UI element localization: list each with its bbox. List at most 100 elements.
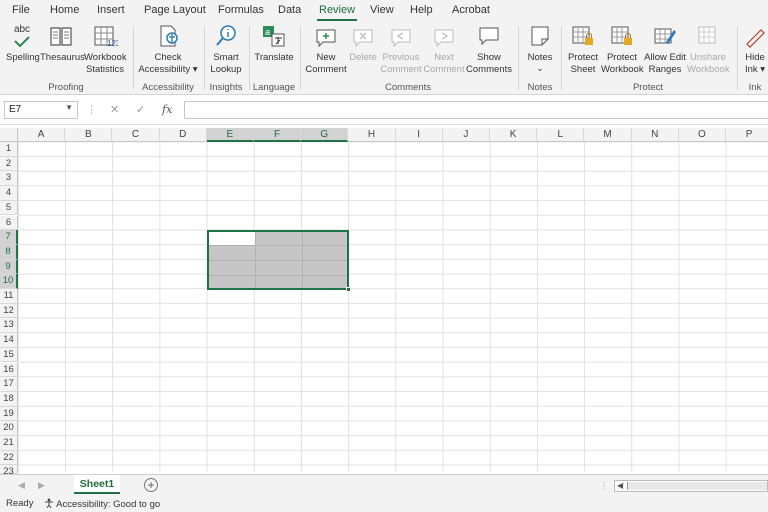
thesaurus-button[interactable]: Thesaurus [40, 24, 85, 64]
group-label-proofing: Proofing [48, 82, 84, 93]
scroll-left-icon[interactable]: ◀ [617, 481, 623, 490]
show-comments-button[interactable]: Show Comments [466, 24, 512, 76]
insert-function-icon[interactable]: fx [162, 103, 172, 116]
column-header-a[interactable]: A [18, 128, 66, 142]
protect-sheet-button[interactable]: Protect Sheet [565, 24, 601, 76]
tab-acrobat[interactable]: Acrobat [452, 4, 490, 16]
workbook-statistics-button[interactable]: 123 Workbook Statistics [84, 24, 127, 76]
allow-edit-ranges-label-line1: Allow Edit [644, 52, 686, 63]
spelling-button[interactable]: abc Spelling [6, 24, 40, 64]
sheet-tab-sheet1[interactable]: Sheet1 [74, 475, 120, 494]
row-header-16[interactable]: 16 [0, 362, 18, 378]
column-header-p[interactable]: P [726, 128, 768, 142]
spelling-abc-text: abc [13, 24, 31, 35]
hide-ink-button[interactable]: Hide Ink ▾ [742, 24, 768, 76]
tab-page-layout[interactable]: Page Layout [144, 4, 206, 16]
cell-grid[interactable] [18, 142, 768, 472]
selected-range[interactable] [207, 230, 349, 290]
row-header-8[interactable]: 8 [0, 244, 18, 260]
show-comments-label-line1: Show [477, 52, 501, 63]
row-header-18[interactable]: 18 [0, 391, 18, 407]
column-header-m[interactable]: M [584, 128, 632, 142]
fill-handle[interactable] [346, 287, 351, 292]
protect-workbook-icon [601, 24, 643, 50]
row-header-12[interactable]: 12 [0, 303, 18, 319]
row-header-6[interactable]: 6 [0, 215, 18, 231]
tab-view[interactable]: View [370, 4, 394, 16]
group-separator [737, 26, 738, 90]
cancel-icon[interactable]: ✕ [110, 103, 119, 116]
tab-help[interactable]: Help [410, 4, 433, 16]
translate-button[interactable]: a Translate [254, 24, 294, 64]
row-header-5[interactable]: 5 [0, 200, 18, 216]
unshare-workbook-button[interactable]: Unshare Workbook [687, 24, 730, 76]
enter-icon[interactable]: ✓ [136, 103, 145, 116]
row-header-19[interactable]: 19 [0, 406, 18, 422]
row-header-23[interactable]: 23 [0, 465, 18, 477]
split-handle-icon[interactable]: ⋮ [600, 481, 608, 490]
previous-comment-icon [380, 24, 422, 50]
delete-label: Delete [349, 52, 377, 63]
column-header-i[interactable]: I [395, 128, 443, 142]
selection-gridline [209, 260, 347, 261]
notes-button[interactable]: Notes ⌄ [522, 24, 558, 73]
name-box[interactable]: E7 ▼ [4, 101, 78, 119]
column-header-b[interactable]: B [65, 128, 113, 142]
row-header-9[interactable]: 9 [0, 259, 18, 275]
column-header-l[interactable]: L [537, 128, 585, 142]
horizontal-scrollbar[interactable]: ◀ [614, 480, 768, 492]
column-header-e[interactable]: E [206, 128, 254, 142]
sheet-prev-icon[interactable]: ◀ [18, 480, 25, 491]
hide-ink-label-line2: Ink ▾ [744, 64, 766, 75]
name-box-dropdown-icon[interactable]: ▼ [65, 103, 73, 112]
next-comment-button[interactable]: Next Comment [423, 24, 465, 76]
column-header-f[interactable]: F [254, 128, 302, 142]
tab-formulas[interactable]: Formulas [218, 4, 264, 16]
row-header-20[interactable]: 20 [0, 421, 18, 436]
column-header-h[interactable]: H [348, 128, 396, 142]
row-header-1[interactable]: 1 [0, 142, 18, 157]
scrollbar-thumb[interactable] [627, 482, 767, 490]
smart-lookup-button[interactable]: Smart Lookup [208, 24, 244, 76]
row-header-11[interactable]: 11 [0, 289, 18, 304]
tab-review[interactable]: Review [316, 4, 358, 21]
previous-comment-button[interactable]: Previous Comment [380, 24, 422, 76]
new-comment-button[interactable]: New Comment [304, 24, 348, 76]
row-header-17[interactable]: 17 [0, 377, 18, 392]
row-header-7[interactable]: 7 [0, 230, 18, 245]
sheet-next-icon[interactable]: ▶ [38, 480, 45, 491]
tab-insert[interactable]: Insert [97, 4, 125, 16]
column-header-c[interactable]: C [112, 128, 160, 142]
allow-edit-ranges-icon [644, 24, 686, 50]
column-header-g[interactable]: G [301, 128, 349, 142]
accessibility-status[interactable]: Accessibility: Good to go [44, 498, 160, 510]
row-header-2[interactable]: 2 [0, 156, 18, 172]
allow-edit-ranges-button[interactable]: Allow Edit Ranges [644, 24, 686, 76]
tab-data[interactable]: Data [278, 4, 301, 16]
ink-icon [742, 24, 768, 50]
add-sheet-icon[interactable]: + [144, 478, 158, 492]
formula-input[interactable] [184, 101, 768, 119]
select-all-corner[interactable] [0, 128, 18, 142]
translate-label: Translate [254, 52, 294, 63]
column-header-j[interactable]: J [442, 128, 490, 142]
check-accessibility-button[interactable]: Check Accessibility ▾ [138, 24, 198, 76]
row-header-22[interactable]: 22 [0, 450, 18, 466]
row-header-10[interactable]: 10 [0, 274, 18, 289]
row-header-3[interactable]: 3 [0, 171, 18, 187]
active-cell[interactable] [209, 232, 255, 245]
column-header-n[interactable]: N [631, 128, 679, 142]
column-header-k[interactable]: K [490, 128, 538, 142]
row-header-14[interactable]: 14 [0, 333, 18, 348]
row-header-4[interactable]: 4 [0, 186, 18, 201]
column-header-o[interactable]: O [678, 128, 726, 142]
protect-workbook-button[interactable]: Protect Workbook [601, 24, 644, 76]
row-header-13[interactable]: 13 [0, 318, 18, 334]
group-label-protect: Protect [632, 82, 664, 93]
tab-file[interactable]: File [12, 4, 30, 16]
row-header-15[interactable]: 15 [0, 347, 18, 363]
column-header-d[interactable]: D [159, 128, 207, 142]
tab-home[interactable]: Home [50, 4, 79, 16]
delete-comment-button[interactable]: Delete [348, 24, 378, 64]
row-header-21[interactable]: 21 [0, 436, 18, 451]
